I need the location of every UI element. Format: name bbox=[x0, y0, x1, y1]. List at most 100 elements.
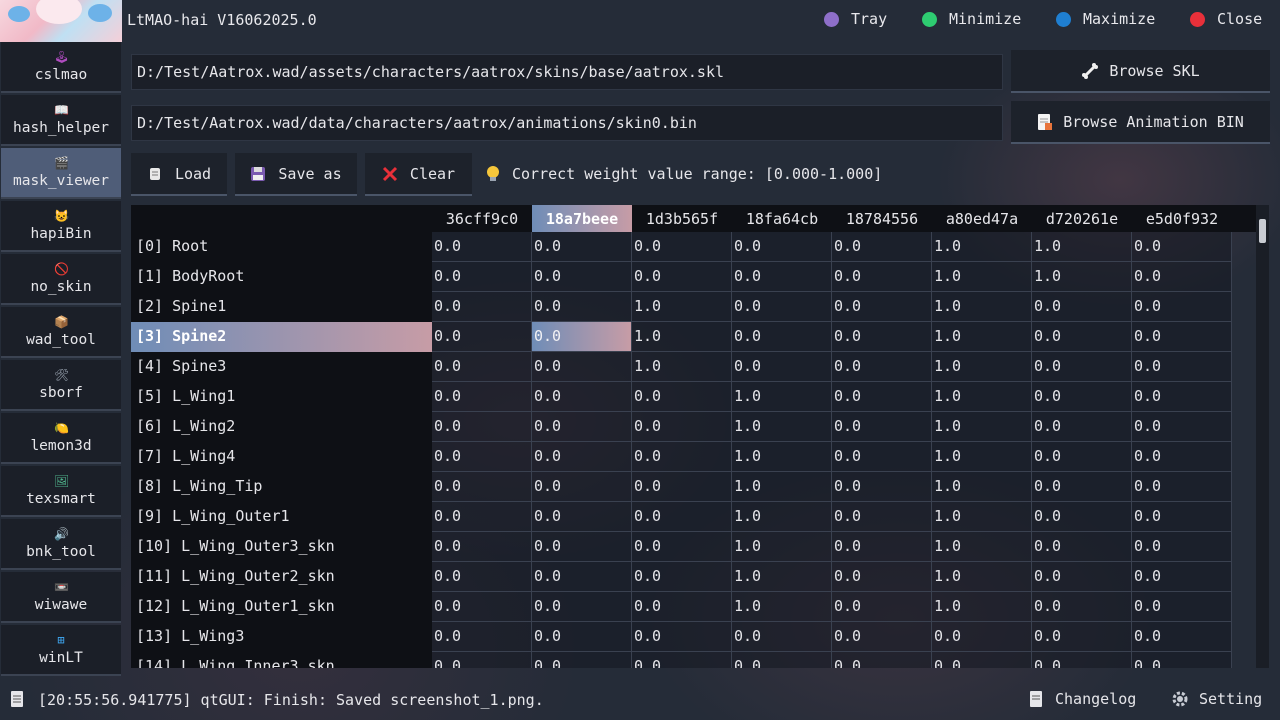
table-cell[interactable]: 0.0 bbox=[732, 262, 832, 292]
sidebar-item-no-skin[interactable]: 🚫 no_skin bbox=[1, 254, 121, 305]
table-cell[interactable]: 0.0 bbox=[1132, 232, 1232, 262]
row-header[interactable]: [12] L_Wing_Outer1_skn bbox=[131, 592, 432, 622]
table-cell[interactable]: 0.0 bbox=[432, 382, 532, 412]
table-cell[interactable]: 0.0 bbox=[632, 412, 732, 442]
table-cell[interactable]: 1.0 bbox=[632, 292, 732, 322]
table-cell[interactable]: 0.0 bbox=[532, 232, 632, 262]
table-cell[interactable]: 0.0 bbox=[432, 502, 532, 532]
sidebar-item-sborf[interactable]: 🛠 sborf bbox=[1, 360, 121, 411]
table-cell[interactable]: 1.0 bbox=[932, 412, 1032, 442]
table-cell[interactable]: 1.0 bbox=[932, 262, 1032, 292]
table-cell[interactable]: 1.0 bbox=[732, 472, 832, 502]
table-cell[interactable]: 0.0 bbox=[832, 652, 932, 668]
table-cell[interactable]: 0.0 bbox=[1032, 622, 1132, 652]
table-cell[interactable]: 0.0 bbox=[832, 562, 932, 592]
sidebar-item-texsmart[interactable]: 🖼 texsmart bbox=[1, 466, 121, 517]
table-cell[interactable]: 0.0 bbox=[632, 232, 732, 262]
table-cell[interactable]: 0.0 bbox=[1132, 442, 1232, 472]
table-cell[interactable]: 0.0 bbox=[732, 622, 832, 652]
table-cell[interactable]: 0.0 bbox=[832, 442, 932, 472]
table-cell[interactable]: 1.0 bbox=[932, 232, 1032, 262]
table-cell[interactable]: 0.0 bbox=[1132, 502, 1232, 532]
sidebar-item-mask-viewer[interactable]: 🎬 mask_viewer bbox=[1, 148, 121, 199]
vertical-scrollbar[interactable] bbox=[1256, 205, 1269, 668]
row-header[interactable]: [13] L_Wing3 bbox=[131, 622, 432, 652]
table-cell[interactable]: 0.0 bbox=[632, 532, 732, 562]
row-header[interactable]: [10] L_Wing_Outer3_skn bbox=[131, 532, 432, 562]
table-cell[interactable]: 1.0 bbox=[932, 592, 1032, 622]
weight-table[interactable]: 36cff9c0 18a7beee 1d3b565f 18fa64cb 18784556… bbox=[131, 205, 1269, 668]
table-cell[interactable]: 0.0 bbox=[1132, 652, 1232, 668]
table-cell[interactable]: 0.0 bbox=[432, 472, 532, 502]
browse-bin-button[interactable]: Browse Animation BIN bbox=[1011, 101, 1270, 144]
row-header[interactable]: [7] L_Wing4 bbox=[131, 442, 432, 472]
table-cell[interactable]: 1.0 bbox=[632, 322, 732, 352]
table-cell[interactable]: 1.0 bbox=[932, 532, 1032, 562]
table-cell[interactable]: 0.0 bbox=[1032, 382, 1132, 412]
table-cell[interactable]: 0.0 bbox=[532, 622, 632, 652]
table-cell[interactable]: 0.0 bbox=[632, 472, 732, 502]
table-cell[interactable]: 0.0 bbox=[532, 472, 632, 502]
sidebar-item-winlt[interactable]: ⊞ winLT bbox=[1, 625, 121, 676]
table-cell[interactable]: 1.0 bbox=[1032, 232, 1132, 262]
table-cell[interactable]: 1.0 bbox=[932, 322, 1032, 352]
table-cell[interactable]: 0.0 bbox=[932, 622, 1032, 652]
table-cell[interactable]: 0.0 bbox=[832, 292, 932, 322]
row-header[interactable]: [3] Spine2 bbox=[131, 322, 432, 352]
table-cell[interactable]: 0.0 bbox=[532, 652, 632, 668]
save-as-button[interactable]: Save as bbox=[235, 153, 357, 196]
maximize-button[interactable]: Maximize bbox=[1056, 10, 1155, 28]
table-cell[interactable]: 0.0 bbox=[1132, 292, 1232, 322]
table-cell[interactable]: 1.0 bbox=[732, 382, 832, 412]
row-header[interactable]: [9] L_Wing_Outer1 bbox=[131, 502, 432, 532]
table-cell[interactable]: 1.0 bbox=[732, 442, 832, 472]
table-cell[interactable]: 0.0 bbox=[1032, 652, 1132, 668]
table-cell[interactable]: 0.0 bbox=[832, 412, 932, 442]
table-cell[interactable]: 0.0 bbox=[1132, 322, 1232, 352]
minimize-button[interactable]: Minimize bbox=[922, 10, 1021, 28]
clear-button[interactable]: Clear bbox=[365, 153, 472, 196]
table-cell[interactable]: 0.0 bbox=[832, 502, 932, 532]
row-header[interactable]: [5] L_Wing1 bbox=[131, 382, 432, 412]
row-header[interactable]: [4] Spine3 bbox=[131, 352, 432, 382]
table-cell[interactable]: 0.0 bbox=[732, 232, 832, 262]
column-header[interactable]: 18784556 bbox=[832, 205, 932, 232]
table-cell[interactable]: 0.0 bbox=[832, 592, 932, 622]
row-header[interactable]: [14] L_Wing_Inner3_skn bbox=[131, 652, 432, 668]
table-cell[interactable]: 0.0 bbox=[1132, 352, 1232, 382]
table-cell[interactable]: 0.0 bbox=[832, 352, 932, 382]
table-cell[interactable]: 0.0 bbox=[532, 292, 632, 322]
table-cell[interactable]: 0.0 bbox=[532, 562, 632, 592]
table-cell[interactable]: 0.0 bbox=[432, 652, 532, 668]
table-cell[interactable]: 0.0 bbox=[1132, 472, 1232, 502]
sidebar-item-wiwawe[interactable]: 📼 wiwawe bbox=[1, 572, 121, 623]
table-cell[interactable]: 0.0 bbox=[632, 652, 732, 668]
table-cell[interactable]: 0.0 bbox=[532, 412, 632, 442]
table-cell[interactable]: 0.0 bbox=[632, 562, 732, 592]
table-cell[interactable]: 1.0 bbox=[732, 502, 832, 532]
table-cell[interactable]: 0.0 bbox=[732, 322, 832, 352]
row-header[interactable]: [8] L_Wing_Tip bbox=[131, 472, 432, 502]
table-cell[interactable]: 1.0 bbox=[932, 442, 1032, 472]
table-cell[interactable]: 1.0 bbox=[732, 532, 832, 562]
table-cell[interactable]: 0.0 bbox=[432, 592, 532, 622]
table-cell[interactable]: 0.0 bbox=[532, 382, 632, 412]
sidebar-item-hapibin[interactable]: 😺 hapiBin bbox=[1, 201, 121, 252]
scrollbar-thumb[interactable] bbox=[1259, 219, 1266, 243]
sidebar-item-hash-helper[interactable]: 📖 hash_helper bbox=[1, 95, 121, 146]
row-header[interactable]: [0] Root bbox=[131, 232, 432, 262]
table-cell[interactable]: 0.0 bbox=[532, 592, 632, 622]
sidebar-item-bnk-tool[interactable]: 🔊 bnk_tool bbox=[1, 519, 121, 570]
table-cell[interactable]: 0.0 bbox=[1132, 412, 1232, 442]
table-cell[interactable]: 0.0 bbox=[1032, 412, 1132, 442]
load-button[interactable]: Load bbox=[131, 153, 227, 196]
table-cell[interactable]: 0.0 bbox=[632, 502, 732, 532]
table-cell[interactable]: 0.0 bbox=[432, 322, 532, 352]
table-cell[interactable]: 0.0 bbox=[532, 502, 632, 532]
table-cell[interactable]: 0.0 bbox=[432, 232, 532, 262]
table-cell[interactable]: 0.0 bbox=[832, 232, 932, 262]
table-cell[interactable]: 1.0 bbox=[732, 592, 832, 622]
table-cell[interactable]: 0.0 bbox=[1032, 562, 1132, 592]
browse-skl-button[interactable]: Browse SKL bbox=[1011, 50, 1270, 93]
table-cell[interactable]: 0.0 bbox=[432, 412, 532, 442]
